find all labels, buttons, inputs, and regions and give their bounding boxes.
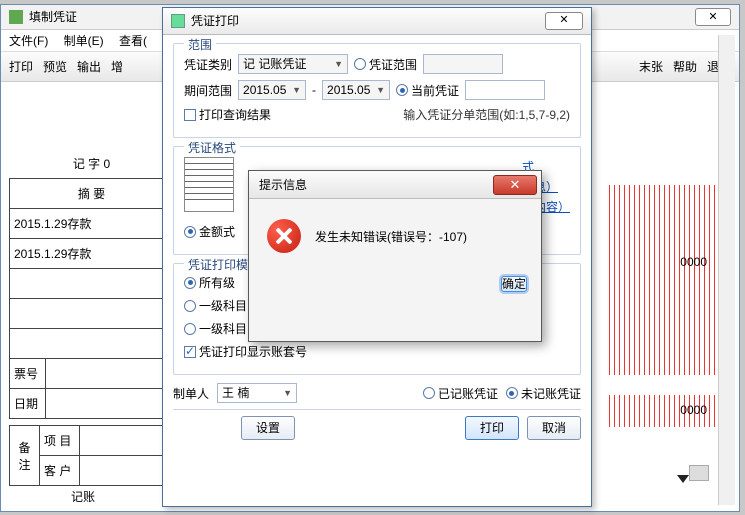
error-icon: [267, 219, 301, 253]
menu-voucher[interactable]: 制单(E): [64, 34, 104, 48]
voucher-word: 记 字 0: [9, 155, 174, 172]
maker-select[interactable]: 王 楠▼: [217, 383, 297, 403]
tpl-all-radio[interactable]: 所有级: [184, 274, 235, 291]
split-hint: 输入凭证分单范围(如:1,5,7-9,2): [403, 106, 570, 123]
error-titlebar: 提示信息 ✕: [249, 171, 541, 199]
tool-print[interactable]: 打印: [9, 52, 33, 81]
unposted-radio[interactable]: 未记账凭证: [506, 385, 581, 402]
menu-view[interactable]: 查看(: [119, 34, 147, 48]
chevron-down-icon: ▼: [283, 384, 292, 402]
print-query-checkbox[interactable]: 打印查询结果: [184, 106, 271, 123]
table-row[interactable]: [10, 329, 174, 359]
voucher-range-input[interactable]: [423, 54, 503, 74]
error-title: 提示信息: [259, 176, 493, 193]
posted-radio[interactable]: 已记账凭证: [423, 385, 498, 402]
amount-grid: [609, 185, 719, 375]
current-voucher-radio[interactable]: 当前凭证: [396, 82, 459, 99]
error-dialog: 提示信息 ✕ 发生未知错误(错误号：-107) 确定: [248, 170, 542, 342]
period-to-select[interactable]: 2015.05▼: [322, 80, 390, 100]
dialog-buttons: 设置 打印 取消: [173, 416, 581, 440]
ticket-label: 票号: [10, 359, 46, 389]
show-account-checkbox[interactable]: 凭证打印显示账套号: [184, 343, 307, 360]
amount-format-radio[interactable]: 金额式: [184, 223, 235, 240]
print-titlebar: 凭证打印 ✕: [163, 8, 591, 35]
period-from-select[interactable]: 2015.05▼: [238, 80, 306, 100]
error-close-button[interactable]: ✕: [493, 175, 537, 195]
period-label: 期间范围: [184, 82, 232, 99]
voucher-type-label: 凭证类别: [184, 56, 232, 73]
note-label: 备注: [10, 426, 40, 486]
footer-post: 记账: [71, 488, 95, 505]
scrollbar[interactable]: [718, 35, 735, 505]
dropdown-caret-icon[interactable]: [677, 475, 689, 483]
group-range-legend: 范围: [184, 36, 216, 53]
table-row[interactable]: [10, 299, 174, 329]
print-title: 凭证打印: [191, 8, 545, 35]
maker-row: 制单人 王 楠▼ 已记账凭证 未记账凭证: [173, 383, 581, 403]
cancel-button[interactable]: 取消: [527, 416, 581, 440]
footer-button[interactable]: [689, 465, 709, 481]
settings-button[interactable]: 设置: [241, 416, 295, 440]
right-zeros-1: 0000: [680, 255, 707, 269]
chevron-down-icon: ▼: [292, 81, 301, 99]
group-range: 范围 凭证类别 记 记账凭证▼ 凭证范围 期间范围 2015.05▼ - 201…: [173, 43, 581, 138]
chevron-down-icon: ▼: [376, 81, 385, 99]
group-format-legend: 凭证格式: [184, 139, 240, 156]
main-close-button[interactable]: ✕: [695, 8, 731, 26]
error-message: 发生未知错误(错误号：-107): [315, 228, 467, 245]
menu-file[interactable]: 文件(F): [9, 34, 48, 48]
group-template-legend: 凭证打印模: [184, 256, 252, 273]
current-voucher-input[interactable]: [465, 80, 545, 100]
customer-label: 客 户: [40, 456, 80, 486]
right-zeros-2: 0000: [680, 403, 707, 417]
tool-help[interactable]: 帮助: [673, 52, 697, 81]
note-table: 备注 项 目 客 户: [9, 425, 174, 486]
date-label: 日期: [10, 389, 46, 419]
error-ok-button[interactable]: 确定: [501, 276, 527, 292]
project-label: 项 目: [40, 426, 80, 456]
table-row[interactable]: 2015.1.29存款: [10, 239, 174, 269]
table-row[interactable]: 2015.1.29存款: [10, 209, 174, 239]
summary-table: 摘 要 2015.1.29存款 2015.1.29存款: [9, 178, 174, 359]
app-icon: [9, 10, 23, 24]
ticket-table: 票号 日期: [9, 358, 174, 419]
print-close-button[interactable]: ✕: [545, 12, 583, 30]
tool-preview[interactable]: 预览: [43, 52, 67, 81]
tool-add[interactable]: 增: [111, 52, 123, 81]
maker-label: 制单人: [173, 385, 209, 402]
voucher-type-select[interactable]: 记 记账凭证▼: [238, 54, 348, 74]
summary-header: 摘 要: [10, 179, 174, 209]
format-preview: [184, 157, 234, 212]
voucher-range-radio[interactable]: 凭证范围: [354, 56, 417, 73]
print-dialog-icon: [171, 14, 185, 28]
voucher-left: 记 字 0 摘 要 2015.1.29存款 2015.1.29存款 票号 日期 …: [9, 155, 174, 486]
table-row[interactable]: [10, 269, 174, 299]
print-button[interactable]: 打印: [465, 416, 519, 440]
tool-last[interactable]: 末张: [639, 52, 663, 81]
tool-export[interactable]: 输出: [77, 52, 101, 81]
chevron-down-icon: ▼: [334, 55, 343, 73]
